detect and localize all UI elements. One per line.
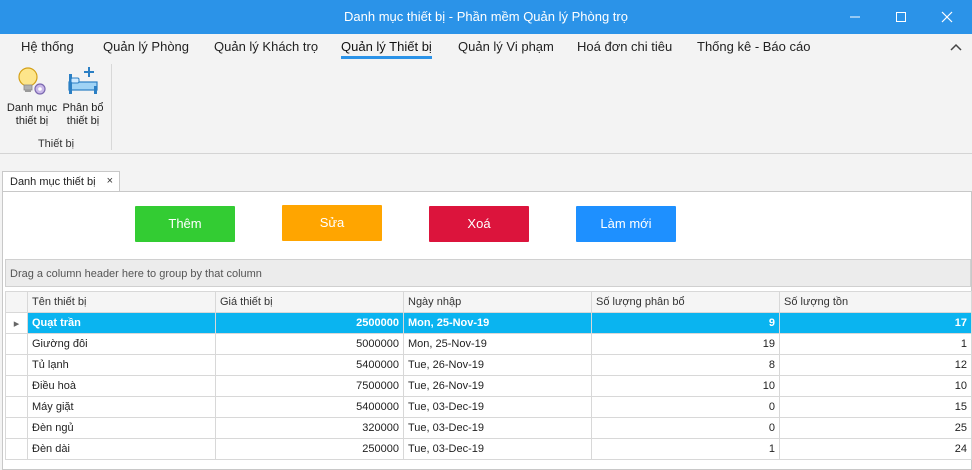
- column-header-ngay-nhap[interactable]: Ngày nhập: [403, 291, 592, 313]
- column-header-gia-thiet-bi[interactable]: Giá thiết bị: [215, 291, 404, 313]
- cell-ten-thiet-bi[interactable]: Máy giặt: [27, 396, 216, 418]
- ribbon-danh-muc-thiet-bi-button[interactable]: Danh mục thiết bị: [5, 64, 59, 132]
- ribbon-group-separator: [111, 64, 112, 150]
- column-header-so-luong-phan-bo[interactable]: Số lượng phân bổ: [591, 291, 780, 313]
- menu-quan-ly-phong[interactable]: Quản lý Phòng: [103, 39, 189, 54]
- device-grid[interactable]: Tên thiết bị Giá thiết bị Ngày nhập Số l…: [5, 291, 972, 460]
- row-indicator: [5, 354, 28, 376]
- menu-quan-ly-vi-pham[interactable]: Quản lý Vi phạm: [458, 39, 554, 54]
- cell-so-luong-ton[interactable]: 17: [779, 312, 972, 334]
- column-header-so-luong-ton[interactable]: Số lượng tồn: [779, 291, 972, 313]
- bed-plus-icon: [68, 67, 98, 94]
- table-row[interactable]: Giường đôi 5000000 Mon, 25-Nov-19 19 1: [5, 333, 972, 355]
- grid-header-row: Tên thiết bị Giá thiết bị Ngày nhập Số l…: [5, 291, 972, 313]
- row-indicator-icon: ▸: [5, 312, 28, 334]
- cell-so-luong-phan-bo[interactable]: 8: [591, 354, 780, 376]
- ribbon-button-label-line1: Danh mục: [6, 102, 58, 114]
- maximize-button[interactable]: [878, 0, 924, 34]
- cell-gia-thiet-bi[interactable]: 2500000: [215, 312, 404, 334]
- minimize-icon: [850, 16, 860, 18]
- tab-danh-muc-thiet-bi[interactable]: Danh mục thiết bị ×: [2, 171, 120, 193]
- row-indicator: [5, 417, 28, 439]
- menu-hoa-don-chi-tieu[interactable]: Hoá đơn chi tiêu: [577, 39, 672, 54]
- row-indicator: [5, 333, 28, 355]
- table-row[interactable]: Tủ lạnh 5400000 Tue, 26-Nov-19 8 12: [5, 354, 972, 376]
- close-icon: [941, 11, 953, 23]
- menu-thong-ke-bao-cao[interactable]: Thống kê - Báo cáo: [697, 39, 810, 54]
- cell-so-luong-phan-bo[interactable]: 19: [591, 333, 780, 355]
- ribbon-button-label-line1: Phân bổ: [62, 102, 104, 114]
- table-row[interactable]: Đèn dài 250000 Tue, 03-Dec-19 1 24: [5, 438, 972, 460]
- menu-quan-ly-khach-tro[interactable]: Quản lý Khách trọ: [214, 39, 318, 54]
- cell-ten-thiet-bi[interactable]: Giường đôi: [27, 333, 216, 355]
- cell-gia-thiet-bi[interactable]: 5400000: [215, 354, 404, 376]
- cell-gia-thiet-bi[interactable]: 5000000: [215, 333, 404, 355]
- cell-gia-thiet-bi[interactable]: 7500000: [215, 375, 404, 397]
- delete-button[interactable]: Xoá: [429, 206, 529, 242]
- ribbon-panel: Danh mục thiết bị Phân bổ thiết bị Thiết…: [0, 60, 972, 154]
- cell-ngay-nhap[interactable]: Mon, 25-Nov-19: [403, 312, 592, 334]
- row-indicator: [5, 375, 28, 397]
- add-button[interactable]: Thêm: [135, 206, 235, 242]
- cell-so-luong-phan-bo[interactable]: 10: [591, 375, 780, 397]
- window-title: Danh mục thiết bị - Phần mềm Quản lý Phò…: [344, 9, 628, 24]
- cell-ngay-nhap[interactable]: Mon, 25-Nov-19: [403, 333, 592, 355]
- cell-ngay-nhap[interactable]: Tue, 03-Dec-19: [403, 417, 592, 439]
- column-header-ten-thiet-bi[interactable]: Tên thiết bị: [27, 291, 216, 313]
- cell-so-luong-ton[interactable]: 1: [779, 333, 972, 355]
- ribbon-group-label: Thiết bị: [37, 138, 75, 150]
- cell-so-luong-ton[interactable]: 24: [779, 438, 972, 460]
- minimize-button[interactable]: [832, 0, 878, 34]
- table-row[interactable]: ▸ Quạt trần 2500000 Mon, 25-Nov-19 9 17: [5, 312, 972, 334]
- document-tabstrip: Danh mục thiết bị ×: [0, 154, 972, 193]
- cell-ngay-nhap[interactable]: Tue, 26-Nov-19: [403, 375, 592, 397]
- table-row[interactable]: Điều hoà 7500000 Tue, 26-Nov-19 10 10: [5, 375, 972, 397]
- cell-ngay-nhap[interactable]: Tue, 03-Dec-19: [403, 438, 592, 460]
- refresh-button[interactable]: Làm mới: [576, 206, 676, 242]
- close-button[interactable]: [924, 0, 970, 34]
- cell-ten-thiet-bi[interactable]: Đèn ngủ: [27, 417, 216, 439]
- cell-so-luong-ton[interactable]: 15: [779, 396, 972, 418]
- cell-so-luong-ton[interactable]: 10: [779, 375, 972, 397]
- edit-button[interactable]: Sửa: [282, 205, 382, 241]
- cell-so-luong-phan-bo[interactable]: 1: [591, 438, 780, 460]
- ribbon-tabs: Hệ thống Quản lý Phòng Quản lý Khách trọ…: [0, 34, 972, 60]
- tab-close-icon[interactable]: ×: [107, 175, 113, 187]
- cell-so-luong-ton[interactable]: 12: [779, 354, 972, 376]
- cell-ten-thiet-bi[interactable]: Quạt trần: [27, 312, 216, 334]
- table-row[interactable]: Đèn ngủ 320000 Tue, 03-Dec-19 0 25: [5, 417, 972, 439]
- cell-ten-thiet-bi[interactable]: Tủ lạnh: [27, 354, 216, 376]
- cell-ngay-nhap[interactable]: Tue, 03-Dec-19: [403, 396, 592, 418]
- menu-he-thong[interactable]: Hệ thống: [21, 39, 74, 54]
- cell-gia-thiet-bi[interactable]: 5400000: [215, 396, 404, 418]
- table-row[interactable]: Máy giặt 5400000 Tue, 03-Dec-19 0 15: [5, 396, 972, 418]
- row-indicator: [5, 438, 28, 460]
- cell-so-luong-phan-bo[interactable]: 0: [591, 396, 780, 418]
- title-bar: Danh mục thiết bị - Phần mềm Quản lý Phò…: [0, 0, 972, 34]
- cell-so-luong-phan-bo[interactable]: 0: [591, 417, 780, 439]
- chevron-up-icon[interactable]: [950, 42, 962, 52]
- row-indicator: [5, 396, 28, 418]
- cell-ten-thiet-bi[interactable]: Đèn dài: [27, 438, 216, 460]
- ribbon-button-label-line2: thiết bị: [15, 115, 49, 127]
- content-panel: Thêm Sửa Xoá Làm mới Drag a column heade…: [2, 191, 972, 470]
- grid-corner-cell: [5, 291, 28, 313]
- group-by-panel[interactable]: Drag a column header here to group by th…: [5, 259, 971, 287]
- cell-gia-thiet-bi[interactable]: 320000: [215, 417, 404, 439]
- cell-so-luong-ton[interactable]: 25: [779, 417, 972, 439]
- cell-gia-thiet-bi[interactable]: 250000: [215, 438, 404, 460]
- ribbon-phan-bo-thiet-bi-button[interactable]: Phân bổ thiết bị: [56, 64, 110, 132]
- cell-ten-thiet-bi[interactable]: Điều hoà: [27, 375, 216, 397]
- ribbon-button-label-line2: thiết bị: [66, 115, 100, 127]
- cell-ngay-nhap[interactable]: Tue, 26-Nov-19: [403, 354, 592, 376]
- maximize-icon: [896, 12, 906, 22]
- lightbulb-gear-icon: [18, 67, 46, 95]
- tab-label: Danh mục thiết bị: [10, 176, 96, 188]
- menu-quan-ly-thiet-bi[interactable]: Quản lý Thiết bị: [341, 39, 432, 59]
- cell-so-luong-phan-bo[interactable]: 9: [591, 312, 780, 334]
